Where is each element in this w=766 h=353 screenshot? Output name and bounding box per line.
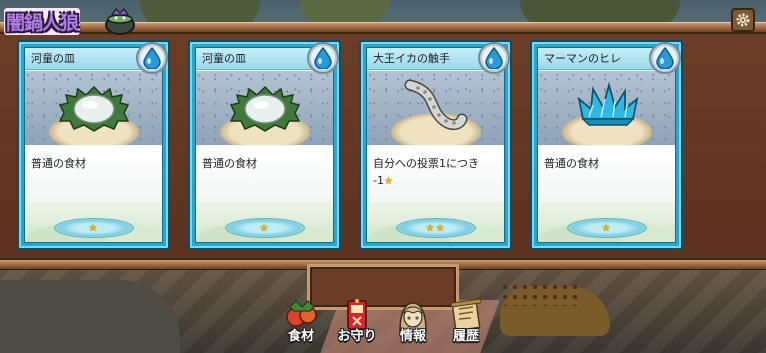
ingredient-card[interactable]: マーマンのヒレ 普通の食材 ★ — [530, 40, 683, 250]
menu-button-ingredients[interactable]: 食材 — [280, 297, 322, 345]
card-art — [367, 71, 504, 145]
character-portrait-icon — [399, 302, 427, 332]
card-rarity-stars: ★★ — [425, 222, 446, 234]
background-beans — [500, 282, 580, 306]
card-footer: ★★ — [367, 202, 504, 242]
water-drop-icon — [656, 47, 674, 69]
menu-label: 履歴 — [452, 329, 479, 344]
card-description-value: -1 — [373, 174, 384, 187]
card-footer: ★ — [538, 202, 675, 242]
menu-label: 情報 — [399, 329, 426, 344]
card-description-text: 普通の食材 — [31, 157, 86, 170]
panel-tab — [307, 264, 459, 310]
game-logo: 闇鍋人狼 — [4, 5, 136, 37]
card-rarity-pedestal: ★ — [224, 218, 305, 238]
water-element-badge — [478, 42, 510, 74]
card-rarity-pedestal: ★★ — [395, 218, 476, 238]
card-description-line2: -1★ — [373, 172, 498, 190]
card-footer: ★ — [196, 202, 333, 242]
card-description-text: 自分への投票1につき — [373, 157, 479, 170]
ingredient-card[interactable]: 河童の皿 普通の食材 ★ — [188, 40, 341, 250]
menu-button-history[interactable]: 履歴 — [445, 297, 487, 345]
card-rarity-pedestal: ★ — [566, 218, 647, 238]
menu-label: お守り — [337, 329, 377, 344]
card-art — [196, 71, 333, 145]
card-inner: マーマンのヒレ 普通の食材 ★ — [537, 42, 681, 243]
card-rarity-stars: ★ — [88, 222, 99, 234]
card-inner: 河童の皿 普通の食材 ★ — [195, 42, 339, 243]
top-bar: 闇鍋人狼 — [0, 0, 766, 40]
water-element-badge — [136, 42, 168, 74]
kappa-plate-icon — [58, 85, 129, 132]
merman-fin-icon — [577, 81, 638, 126]
kappa-plate-icon — [229, 85, 300, 132]
amulet-icon — [347, 299, 367, 330]
ingredient-card[interactable]: 河童の皿 普通の食材 ★ — [17, 40, 170, 250]
game-logo-text: 闇鍋人狼 — [4, 7, 81, 35]
gear-icon — [736, 13, 750, 27]
card-inner: 大王イカの触手 自分への投票1につき -1★ ★★ — [366, 42, 510, 243]
water-drop-icon — [314, 47, 332, 69]
card-art — [25, 71, 162, 145]
card-rarity-stars: ★ — [601, 222, 612, 234]
water-drop-icon — [143, 47, 161, 69]
card-footer: ★ — [25, 202, 162, 242]
vegetables-icon — [286, 300, 317, 327]
menu-button-amulets[interactable]: お守り — [334, 297, 380, 345]
settings-button[interactable] — [731, 8, 755, 32]
water-element-badge — [307, 42, 339, 74]
card-rarity-pedestal: ★ — [53, 218, 134, 238]
card-description-text: 普通の食材 — [544, 157, 599, 170]
menu-label: 食材 — [287, 329, 314, 344]
cauldron-icon — [105, 8, 135, 35]
water-element-badge — [649, 42, 681, 74]
card-art — [538, 71, 675, 145]
background-rock — [0, 280, 180, 353]
card-inner: 河童の皿 普通の食材 ★ — [24, 42, 168, 243]
water-drop-icon — [485, 47, 503, 69]
squid-tentacle-icon — [404, 79, 467, 131]
scroll-icon — [450, 298, 482, 332]
ingredient-card[interactable]: 大王イカの触手 自分への投票1につき -1★ ★★ — [359, 40, 512, 250]
card-rarity-stars: ★ — [259, 222, 270, 234]
star-icon: ★ — [383, 176, 393, 187]
card-description-text: 普通の食材 — [202, 157, 257, 170]
menu-button-info[interactable]: 情報 — [392, 297, 434, 345]
